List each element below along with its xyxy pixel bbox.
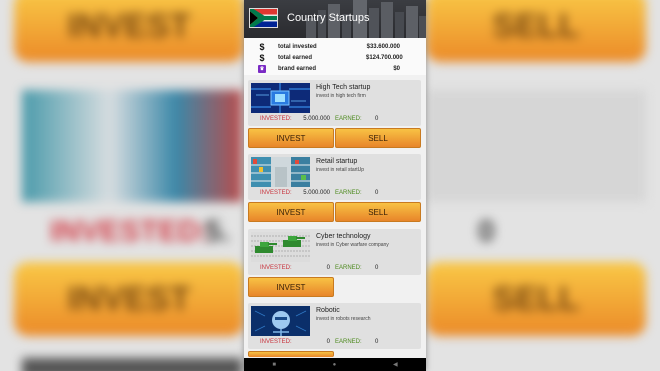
brand-icon: ♛	[258, 64, 266, 73]
invested-label: INVESTED:	[260, 265, 292, 271]
bg-earned-value: 0	[478, 215, 495, 248]
bg-sell-button: SELL	[426, 262, 646, 336]
stat-value: $33.600.000	[366, 43, 400, 50]
circuit-board-image	[251, 83, 310, 113]
earned-value: 0	[375, 116, 379, 122]
bg-invested-value: 5.	[205, 215, 231, 248]
invest-button[interactable]: INVEST	[248, 128, 334, 148]
dollar-icon: $	[259, 41, 265, 52]
earned-value: 0	[375, 265, 379, 271]
startup-card: Cyber technology invest in Cyber warfare…	[248, 229, 421, 275]
startup-title: Robotic	[316, 307, 340, 314]
invested-label: INVESTED:	[260, 339, 292, 345]
south-africa-flag-icon	[249, 8, 278, 28]
startup-title: Retail startup	[316, 158, 358, 165]
invested-value: 0	[326, 339, 330, 345]
earned-label: EARNED:	[335, 339, 362, 345]
dollar-icon: $	[259, 52, 265, 63]
startup-description: invest in high tech firm	[316, 93, 366, 99]
earned-label: EARNED:	[335, 265, 362, 271]
supermarket-shelves-image	[251, 157, 310, 187]
stat-label: brand earned	[278, 65, 317, 72]
earned-label: EARNED:	[335, 190, 362, 196]
earned-value: 0	[375, 190, 379, 196]
robot-face-image	[251, 306, 310, 336]
invest-button-partial[interactable]	[248, 351, 334, 357]
invest-button[interactable]: INVEST	[248, 277, 334, 297]
phone-screen: Country Startups $ total invested $33.60…	[244, 0, 426, 371]
stat-total-invested: $ total invested $33.600.000	[244, 41, 426, 52]
startup-card: High Tech startup invest in high tech fi…	[248, 80, 421, 126]
bg-invest-button-top: INVEST	[14, 0, 244, 62]
stat-value: $0	[393, 65, 400, 72]
bg-sell-button-top: SELL	[426, 0, 646, 62]
bg-invest-button: INVEST	[14, 262, 244, 336]
stats-panel: $ total invested $33.600.000 $ total ear…	[244, 38, 426, 75]
stat-total-earned: $ total earned $124.700.000	[244, 52, 426, 63]
back-nav-icon[interactable]: ◀	[393, 361, 398, 368]
app-header: Country Startups	[244, 0, 426, 38]
startup-metrics: INVESTED: 0 EARNED: 0	[248, 339, 421, 349]
startup-metrics: INVESTED: 5.000.000 EARNED: 0	[248, 116, 421, 126]
startup-description: invest in Cyber warfare company	[316, 242, 389, 248]
invested-label: INVESTED:	[260, 190, 292, 196]
startup-metrics: INVESTED: 5.000.000 EARNED: 0	[248, 190, 421, 200]
app-title: Country Startups	[287, 12, 370, 24]
startup-card: Retail startup invest in retail startUp …	[248, 154, 421, 200]
invest-button[interactable]: INVEST	[248, 202, 334, 222]
sell-button[interactable]: SELL	[335, 202, 421, 222]
tanks-on-code-image	[251, 232, 310, 262]
invested-value: 0	[326, 265, 330, 271]
invested-value: 5.000.000	[303, 190, 330, 196]
recents-nav-icon[interactable]: ■	[272, 362, 276, 368]
invested-value: 5.000.000	[303, 116, 330, 122]
invested-label: INVESTED:	[260, 116, 292, 122]
stat-label: total invested	[278, 43, 317, 50]
stat-label: total earned	[278, 54, 313, 61]
bg-next-image	[22, 358, 242, 371]
bg-card-right	[426, 90, 646, 202]
bg-retail-image	[22, 90, 242, 202]
stat-brand-earned: ♛ brand earned $0	[244, 63, 426, 74]
earned-value: 0	[375, 339, 379, 345]
startup-title: Cyber technology	[316, 233, 371, 240]
home-nav-icon[interactable]: ●	[333, 362, 337, 368]
startup-card: Robotic invest in robots research INVEST…	[248, 303, 421, 349]
stat-value: $124.700.000	[366, 54, 403, 61]
bg-invested-label: INVESTED:	[50, 215, 211, 248]
earned-label: EARNED:	[335, 116, 362, 122]
startup-description: invest in robots research	[316, 316, 371, 322]
android-nav-bar: ■ ● ◀	[244, 358, 426, 371]
startup-description: invest in retail startUp	[316, 167, 365, 173]
startup-title: High Tech startup	[316, 84, 371, 91]
startup-metrics: INVESTED: 0 EARNED: 0	[248, 265, 421, 275]
sell-button[interactable]: SELL	[335, 128, 421, 148]
